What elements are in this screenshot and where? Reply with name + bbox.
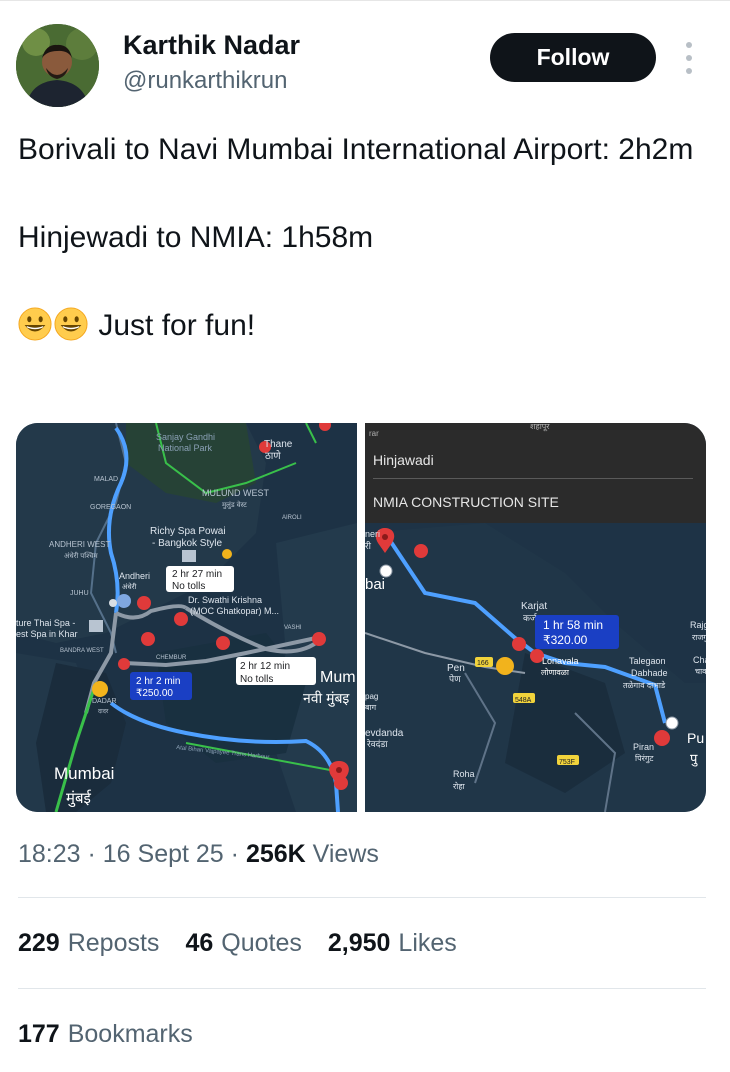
svg-text:राजगु: राजगु [692,633,706,643]
svg-text:ANDHERI WEST: ANDHERI WEST [49,540,110,549]
views-count: 256K [245,840,306,868]
divider [18,897,706,898]
svg-text:री: री [365,540,372,551]
tweet-line-3: Just for fun! [18,304,718,348]
tweet-line-2: Hinjewadi to NMIA: 1h58m [18,221,374,254]
svg-text:Mumbai: Mumbai [54,764,114,783]
svg-text:₹320.00: ₹320.00 [543,633,588,647]
display-name[interactable]: Karthik Nadar [123,30,300,61]
reposts-stat[interactable]: 229 Reposts [18,929,159,958]
svg-text:753F: 753F [559,759,575,766]
svg-text:मुलुंड वेस्ट: मुलुंड वेस्ट [222,500,247,509]
svg-text:Roha: Roha [453,769,475,779]
svg-text:Richy Spa Powai: Richy Spa Powai [150,526,226,537]
svg-text:JUHU: JUHU [70,590,89,597]
map-image-left[interactable]: Sanjay Gandhi National Park Thane ठाणे M… [16,423,357,812]
svg-text:DADAR: DADAR [92,698,117,705]
svg-text:GOREGAON: GOREGAON [90,504,131,511]
svg-text:₹250.00: ₹250.00 [136,688,173,699]
svg-text:AIROLI: AIROLI [282,515,302,521]
bookmarks-stat[interactable]: 177 Bookmarks [18,1020,193,1049]
svg-text:- Bangkok Style: - Bangkok Style [152,538,222,549]
svg-text:Pen: Pen [447,663,465,674]
svg-text:लोणावळा: लोणावळा [541,667,570,677]
svg-text:neri: neri [365,529,380,539]
svg-text:Piran: Piran [633,742,654,752]
engagement-stats: 229 Reposts 46 Quotes 2,950 Likes [18,929,457,958]
svg-text:evdanda: evdanda [365,728,404,739]
svg-text:VASHI: VASHI [284,625,302,631]
quotes-stat[interactable]: 46 Quotes [185,929,301,958]
svg-text:रोहा: रोहा [453,781,466,791]
svg-text:1 hr 58 min: 1 hr 58 min [543,618,603,632]
svg-text:ture Thai Spa -: ture Thai Spa - [16,618,75,628]
svg-text:Chak: Chak [693,655,706,665]
grinning-emoji-icon [54,307,88,341]
svg-text:166: 166 [477,660,489,667]
svg-text:दादर: दादर [98,709,109,715]
views-label: Views [305,840,379,868]
svg-text:अंधेरी पश्चिम: अंधेरी पश्चिम [64,551,98,560]
svg-text:रेवदंडा: रेवदंडा [367,738,389,749]
follow-button[interactable]: Follow [490,33,656,82]
top-divider [0,0,730,1]
svg-text:bai: bai [365,576,385,593]
divider [18,988,706,989]
svg-text:ठाणे: ठाणे [265,450,281,462]
svg-text:No tolls: No tolls [240,674,273,685]
svg-text:शहापूर: शहापूर [530,423,550,432]
svg-text:MALAD: MALAD [94,476,118,483]
svg-text:नवी मुंबइ: नवी मुंबइ [303,690,350,707]
svg-text:बाग: बाग [365,703,377,712]
svg-text:Karjat: Karjat [521,601,547,612]
svg-text:BANDRA WEST: BANDRA WEST [60,648,104,654]
svg-text:Andheri: Andheri [119,571,150,581]
svg-text:No tolls: No tolls [172,581,205,592]
svg-text:MULUND WEST: MULUND WEST [202,488,270,498]
route-to: NMIA CONSTRUCTION SITE [373,494,559,510]
svg-text:Talegaon: Talegaon [629,656,666,666]
grinning-emoji-icon [18,307,52,341]
map-label-park: Sanjay Gandhi [156,432,215,442]
map-image-right[interactable]: rar शहापूर Hinjawadi NMIA CONSTRUCTION S… [365,423,706,812]
more-vertical-icon[interactable] [680,42,698,74]
svg-text:मुंबई: मुंबई [66,789,92,808]
svg-text:तळेगाव दाभाडे: तळेगाव दाभाडे [623,680,666,690]
svg-text:पेण: पेण [449,673,461,684]
user-handle[interactable]: @runkarthikrun [123,67,287,95]
tweet-meta: 18:23 · 16 Sept 25 · 256K Views [18,840,379,869]
svg-text:Lonavala: Lonavala [542,656,579,666]
tweet-timestamp[interactable]: 18:23 · 16 Sept 25 · [18,840,246,868]
svg-text:CHEMBUR: CHEMBUR [156,655,187,661]
svg-text:est Spa in Khar: est Spa in Khar [16,629,78,639]
svg-text:548A: 548A [515,697,532,704]
svg-text:चाक: चाक [695,667,706,676]
svg-text:Dabhade: Dabhade [631,668,668,678]
tweet-text: Borivali to Navi Mumbai International Ai… [18,128,718,348]
media-grid[interactable]: Sanjay Gandhi National Park Thane ठाणे M… [16,423,706,812]
svg-text:2 hr 12 min: 2 hr 12 min [240,661,290,672]
svg-text:Mum: Mum [320,669,356,686]
svg-text:Dr. Swathi Krishna: Dr. Swathi Krishna [188,595,262,605]
likes-stat[interactable]: 2,950 Likes [328,929,457,958]
svg-text:rar: rar [369,429,379,438]
svg-text:(MOC Ghatkopar) M...: (MOC Ghatkopar) M... [190,606,279,616]
route-from: Hinjawadi [373,452,434,468]
tweet-line-3-text: Just for fun! [98,309,256,342]
svg-text:pag: pag [365,692,378,701]
svg-text:2 hr 27 min: 2 hr 27 min [172,569,222,580]
svg-text:Thane: Thane [264,439,293,450]
tweet-line-1: Borivali to Navi Mumbai International Ai… [18,133,694,166]
svg-text:अंधेरी: अंधेरी [122,582,137,591]
svg-text:Pu: Pu [687,730,704,746]
svg-text:पिरंगुट: पिरंगुट [635,753,654,764]
profile-avatar[interactable] [16,24,99,107]
svg-text:Rajgur: Rajgur [690,620,706,630]
svg-text:National Park: National Park [158,443,213,453]
svg-text:पु: पु [690,751,698,767]
svg-text:2 hr 2 min: 2 hr 2 min [136,676,180,687]
